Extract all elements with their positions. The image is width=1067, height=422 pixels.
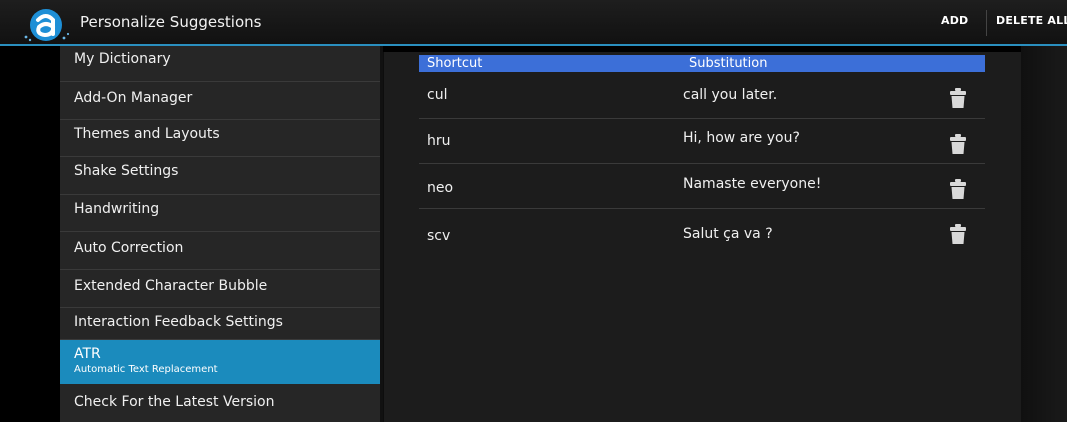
sidebar-item-label: ATR [74,346,101,362]
sidebar-item-label: Interaction Feedback Settings [74,314,283,330]
sidebar-item-sublabel: Automatic Text Replacement [74,364,218,375]
sidebar-item-atr[interactable]: ATR Automatic Text Replacement [60,340,380,384]
delete-all-button[interactable]: DELETE ALL [996,14,1067,27]
sidebar-item-label: Shake Settings [74,163,179,179]
table-row[interactable]: scv Salut ça va ? [419,209,985,253]
sidebar-item-label: My Dictionary [74,51,171,67]
trash-icon[interactable] [950,134,966,154]
sidebar-item-add-on-manager[interactable]: Add-On Manager [60,82,380,120]
sidebar-item-extended-character-bubble[interactable]: Extended Character Bubble [60,270,380,308]
sidebar-item-label: Themes and Layouts [74,126,220,142]
add-button[interactable]: ADD [941,14,968,27]
action-divider [986,10,987,36]
trash-icon[interactable] [950,179,966,199]
substitution-cell: Hi, how are you? [683,130,800,146]
shortcut-cell: scv [427,228,451,244]
trash-icon[interactable] [950,224,966,244]
app-logo-icon[interactable] [20,7,72,43]
column-header-shortcut: Shortcut [427,56,483,71]
sidebar-item-auto-correction[interactable]: Auto Correction [60,232,380,270]
action-bar: Personalize Suggestions ADD DELETE ALL [0,0,1067,46]
sidebar-item-label: Extended Character Bubble [74,278,268,294]
table-header: Shortcut Substitution [419,55,985,72]
sidebar-item-themes-and-layouts[interactable]: Themes and Layouts [60,120,380,157]
table-row[interactable]: hru Hi, how are you? [419,119,985,164]
settings-sidebar: My Dictionary Add-On Manager Themes and … [60,46,380,422]
shortcut-cell: cul [427,87,448,103]
sidebar-item-interaction-feedback-settings[interactable]: Interaction Feedback Settings [60,308,380,340]
substitution-cell: Salut ça va ? [683,226,773,242]
sidebar-item-my-dictionary[interactable]: My Dictionary [60,46,380,82]
trash-icon[interactable] [950,88,966,108]
shortcut-cell: neo [427,180,454,196]
sidebar-item-shake-settings[interactable]: Shake Settings [60,157,380,195]
sidebar-item-handwriting[interactable]: Handwriting [60,195,380,232]
substitution-cell: Namaste everyone! [683,176,822,192]
table-row[interactable]: neo Namaste everyone! [419,164,985,209]
sidebar-item-label: Handwriting [74,201,160,217]
shortcut-cell: hru [427,133,451,149]
substitution-cell: call you later. [683,87,778,103]
panel-edge [1021,46,1067,422]
table-row[interactable]: cul call you later. [419,74,985,119]
page-title: Personalize Suggestions [80,13,262,31]
sidebar-item-label: Add-On Manager [74,90,193,106]
sidebar-item-label: Check For the Latest Version [74,394,275,410]
sidebar-item-check-latest-version[interactable]: Check For the Latest Version [60,384,380,422]
sidebar-item-label: Auto Correction [74,240,184,256]
column-header-substitution: Substitution [689,56,768,71]
